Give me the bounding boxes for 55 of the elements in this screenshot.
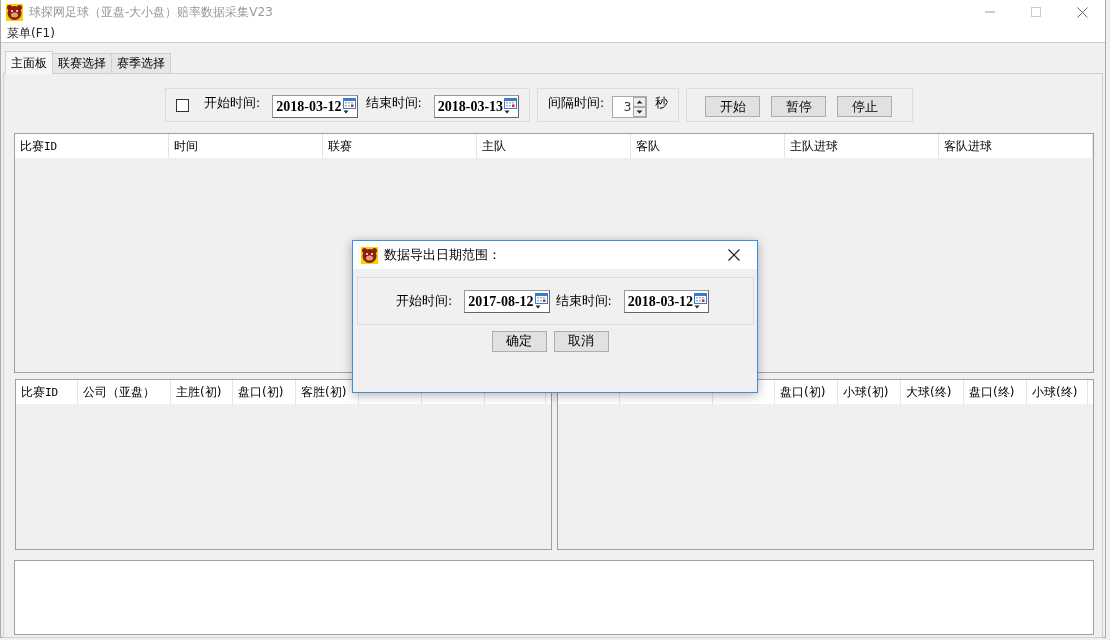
spin-arrows-icon[interactable] — [633, 97, 647, 117]
calendar-icon[interactable] — [504, 98, 518, 115]
column-header: 客队 — [631, 134, 785, 158]
date-value: 2018-03-13 — [437, 98, 504, 116]
date-picker[interactable]: 2018-03-12 — [623, 289, 710, 313]
date-value: 2018-03-12 — [627, 292, 694, 311]
menu-item[interactable]: 菜单(F1) — [7, 24, 55, 42]
calendar-icon[interactable] — [342, 98, 356, 115]
column-header: 主胜(初) — [171, 380, 233, 404]
tab[interactable]: 联赛选择 — [52, 53, 112, 73]
column-header: 客队进球 — [939, 134, 1093, 158]
window-title: 球探网足球（亚盘-大小盘）赔率数据采集V23 — [29, 4, 273, 21]
date-value: 2017-08-12 — [468, 292, 534, 311]
column-header: 比赛ID — [16, 380, 78, 404]
start-time-label: 开始时间: — [204, 94, 261, 113]
calendar-icon[interactable] — [694, 292, 708, 310]
spinner-value: 3 — [622, 99, 633, 116]
close-icon — [1076, 6, 1088, 18]
interval-label: 间隔时间: — [548, 94, 605, 113]
app-icon — [6, 4, 23, 21]
date-value: 2018-03-12 — [276, 98, 342, 116]
action-button[interactable]: 开始 — [705, 96, 761, 117]
date-picker[interactable]: 2018-03-13 — [433, 95, 520, 118]
column-header: 主队进球 — [785, 134, 939, 158]
column-header: 公司（亚盘） — [78, 380, 171, 404]
column-header: 时间 — [169, 134, 323, 158]
action-button[interactable]: 暂停 — [771, 96, 827, 117]
column-header: 联赛 — [323, 134, 477, 158]
calendar-icon[interactable] — [534, 292, 548, 310]
dialog-button[interactable]: 取消 — [553, 331, 609, 352]
checkbox[interactable] — [176, 99, 189, 112]
minimize-icon — [985, 11, 995, 13]
dialog-button[interactable]: 确定 — [491, 331, 547, 352]
column-header: 盘口(初) — [775, 380, 838, 404]
tab[interactable]: 赛季选择 — [111, 53, 171, 73]
number-spinner[interactable]: 3 — [612, 96, 648, 118]
tab[interactable]: 主面板 — [5, 51, 53, 74]
date-picker[interactable]: 2017-08-12 — [464, 289, 550, 313]
column-header: 小球(终) — [1027, 380, 1088, 404]
app-icon — [361, 247, 378, 264]
column-header: 主队 — [477, 134, 631, 158]
seconds-unit: 秒 — [655, 94, 669, 113]
dialog-title: 数据导出日期范围： — [384, 245, 501, 264]
date-picker[interactable]: 2018-03-12 — [272, 95, 358, 118]
end-time-label: 结束时间: — [555, 291, 612, 310]
end-time-label: 结束时间: — [365, 94, 422, 113]
action-button[interactable]: 停止 — [837, 96, 893, 117]
column-header: 盘口(初) — [233, 380, 296, 404]
column-header: 大球(终) — [901, 380, 964, 404]
close-icon — [728, 249, 740, 261]
column-header: 比赛ID — [15, 134, 169, 158]
column-header: 盘口(终) — [964, 380, 1027, 404]
column-header: 小球(初) — [838, 380, 901, 404]
start-time-label: 开始时间: — [396, 291, 453, 310]
maximize-icon — [1031, 7, 1041, 17]
